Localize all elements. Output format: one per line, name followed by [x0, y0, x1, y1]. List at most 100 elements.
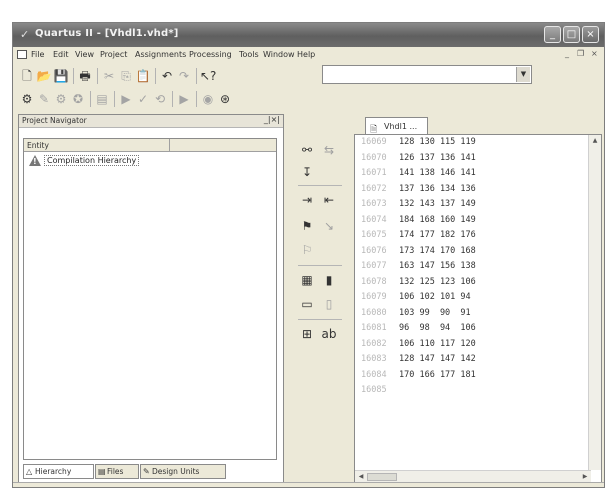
code-line: 16071 141 138 146 141 [361, 168, 581, 183]
scroll-up-icon[interactable]: ▲ [589, 135, 601, 147]
line-number: 16084 [361, 369, 387, 380]
code-line: 16082 106 110 117 120 [361, 339, 581, 354]
menu-edit[interactable]: Edit [53, 50, 69, 59]
pin-planner-icon[interactable]: ✎ [36, 91, 52, 107]
toolbar-separator [298, 185, 342, 186]
maximize-button[interactable]: □ [563, 26, 580, 43]
menu-project[interactable]: Project [100, 50, 127, 59]
menu-tools[interactable]: Tools [239, 50, 259, 59]
menu-assignments[interactable]: Assignments [135, 50, 186, 59]
start-simulation-icon[interactable]: ▶ [176, 91, 192, 107]
abc-icon[interactable]: ab [320, 325, 338, 343]
prev-bookmark-icon[interactable]: ⚐ [298, 241, 316, 259]
panel-close-button[interactable]: _|×| [264, 115, 280, 124]
quartus-window: ✓ Quartus II - [Vhdl1.vhd*] _ □ × File E… [12, 22, 605, 488]
cut-icon[interactable]: ✂ [101, 68, 117, 84]
create-symbol-icon[interactable]: ▯ [320, 295, 338, 313]
unindent-icon[interactable]: ⇤ [320, 191, 338, 209]
line-number: 16070 [361, 152, 387, 163]
line-text: 184 168 160 149 [399, 214, 476, 225]
app-icon: ✓ [20, 28, 30, 41]
new-file-icon[interactable]: 🗋 [19, 68, 35, 84]
menu-file[interactable]: File [31, 50, 44, 59]
line-number: 16071 [361, 168, 387, 178]
uncomment-icon[interactable]: ▮ [320, 271, 338, 289]
code-line: 16070 126 137 136 141 [361, 153, 581, 168]
menu-processing[interactable]: Processing [189, 50, 232, 59]
hierarchy-icon: △ [26, 467, 33, 476]
line-number: 16080 [361, 307, 387, 318]
mdi-restore-button[interactable]: ❐ [577, 49, 584, 58]
open-folder-icon[interactable]: 📂 [36, 68, 52, 84]
indent-icon[interactable]: ⇥ [298, 191, 316, 209]
toolbar-separator [73, 68, 74, 84]
paste-icon[interactable]: 📋 [135, 68, 151, 84]
find-replace-icon[interactable]: ⇆ [320, 141, 338, 159]
next-bookmark-icon[interactable]: ↘ [320, 217, 338, 235]
line-text: 141 138 146 141 [399, 168, 476, 178]
copy-icon[interactable]: ⎘ [118, 68, 134, 84]
print-icon[interactable]: 🖶 [77, 68, 93, 84]
save-icon[interactable]: 💾 [53, 68, 69, 84]
entity-column-header[interactable]: Entity [24, 139, 170, 152]
line-number: 16076 [361, 245, 387, 256]
analysis-synthesis-icon[interactable]: ✓ [135, 91, 151, 107]
redo-icon[interactable]: ↷ [176, 68, 192, 84]
scroll-thumb[interactable] [367, 473, 397, 481]
chevron-down-icon[interactable]: ▼ [516, 67, 530, 82]
insert-template-icon[interactable]: ▭ [298, 295, 316, 313]
vertical-scrollbar[interactable]: ▲ [588, 135, 601, 470]
menu-window[interactable]: Window [263, 50, 295, 59]
code-line: 16078 132 125 123 106 [361, 277, 581, 292]
line-number: 16083 [361, 354, 387, 364]
block-symbol-icon[interactable]: ⊞ [298, 325, 316, 343]
context-help-icon[interactable]: ↖? [200, 68, 216, 84]
toolbar-separator [114, 91, 115, 107]
programmer-icon[interactable]: ◉ [200, 91, 216, 107]
project-navigator-header: Project Navigator _|×| [19, 115, 283, 128]
design-units-icon: ✎ [143, 467, 150, 476]
column-header-empty[interactable] [170, 139, 276, 152]
line-text: 128 147 147 142 [399, 354, 476, 364]
settings-icon[interactable]: ⚙ [19, 91, 35, 107]
title-bar[interactable]: ✓ Quartus II - [Vhdl1.vhd*] _ □ × [13, 23, 604, 47]
find-icon[interactable]: ⚯ [298, 141, 316, 159]
code-line: 16077 163 147 156 138 [361, 261, 581, 276]
code-line: 16074 184 168 160 149 [361, 215, 581, 230]
code-line: 16084 170 166 177 181 [361, 370, 581, 385]
mdi-minimize-button[interactable]: _ [565, 49, 569, 58]
minimize-button[interactable]: _ [544, 26, 561, 43]
status-bar [13, 482, 604, 487]
tab-design-units[interactable]: ✎ Design Units [140, 464, 226, 479]
undo-icon[interactable]: ↶ [159, 68, 175, 84]
toolbar-separator [155, 68, 156, 84]
mdi-close-button[interactable]: × [591, 49, 598, 58]
tab-hierarchy[interactable]: △ Hierarchy [23, 464, 94, 479]
timing-analyzer-icon[interactable]: ⟲ [152, 91, 168, 107]
toolbar-separator [97, 68, 98, 84]
tree-item-compilation-hierarchy[interactable]: Compilation Hierarchy [24, 153, 276, 169]
project-navigator-title: Project Navigator [22, 116, 87, 125]
project-navigator-panel: Project Navigator _|×| Entity Compilatio… [18, 114, 284, 485]
editor-tab-label: Vhdl1 ... [384, 122, 418, 131]
start-compilation-icon[interactable]: ▶ [118, 91, 134, 107]
chip-planner-icon[interactable]: ✪ [70, 91, 86, 107]
line-number: 16079 [361, 292, 387, 302]
document-menu-icon[interactable] [17, 50, 27, 59]
tab-files[interactable]: ▤Files [95, 464, 139, 479]
close-button[interactable]: × [582, 26, 599, 43]
toggle-bookmark-icon[interactable]: ⚑ [298, 217, 316, 235]
rtl-viewer-icon[interactable]: ⊛ [217, 91, 233, 107]
goto-line-icon[interactable]: ↧ [298, 163, 316, 181]
standard-toolbar: 🗋 📂 💾 🖶 ✂ ⎘ 📋 ↶ ↷ ↖? [19, 65, 324, 87]
line-text: 174 177 182 176 [399, 230, 476, 240]
entity-combo-box[interactable]: ▼ [322, 65, 532, 84]
assignment-editor-icon[interactable]: ⚙ [53, 91, 69, 107]
code-line: 16073 132 143 137 149 [361, 199, 581, 214]
menu-help[interactable]: Help [297, 50, 315, 59]
comment-icon[interactable]: ▦ [298, 271, 316, 289]
text-editor[interactable]: 16069 128 130 115 119 16070 126 137 136 141… [354, 134, 602, 484]
menu-view[interactable]: View [75, 50, 94, 59]
line-number: 16074 [361, 214, 387, 225]
analysis-icon[interactable]: ▤ [94, 91, 110, 107]
